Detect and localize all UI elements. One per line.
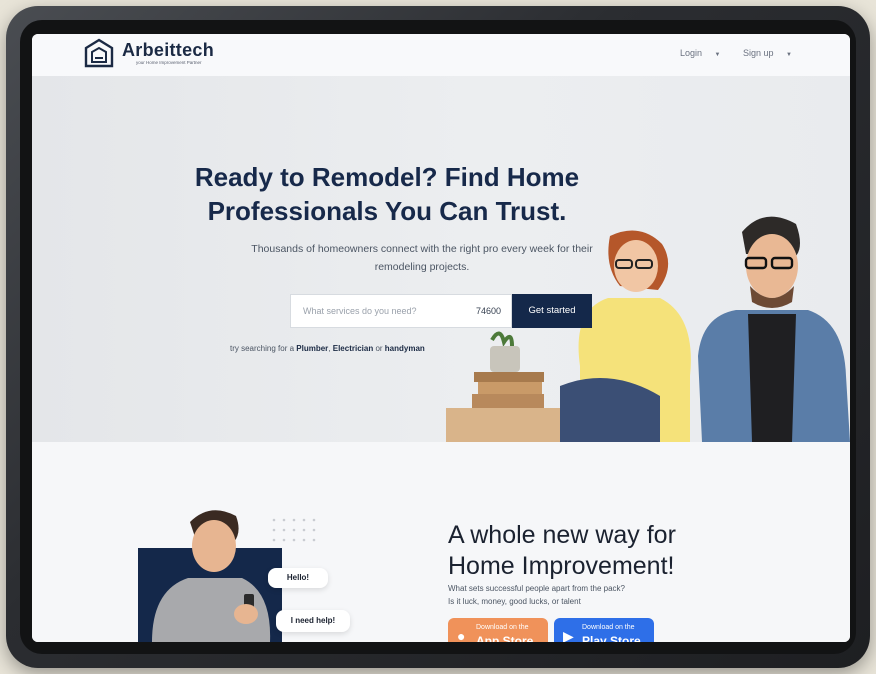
chat-help-text: I need help! [290, 616, 336, 625]
hero-subtitle: Thousands of homeowners connect with the… [232, 240, 612, 276]
hero-subtitle-line1: Thousands of homeowners connect with the… [251, 243, 593, 255]
login-label: Login [679, 48, 703, 58]
chat-hello-text: Hello! [286, 573, 310, 582]
try-searching-hint: try searching for a Plumber, Electrician… [230, 344, 425, 353]
house-logo-icon[interactable] [84, 38, 114, 70]
service-search: What services do you need? 74600 [290, 294, 512, 328]
brand-name[interactable]: Arbeittech [122, 40, 214, 61]
try-prefix: try searching for a [230, 344, 295, 353]
signup-label: Sign up [743, 48, 774, 58]
play-store-button[interactable]: ▶ Download on the Play Store [554, 618, 654, 642]
section-title-line1: A whole new way for [448, 521, 676, 549]
hero-title: Ready to Remodel? Find Home Professional… [182, 160, 592, 228]
zip-code-input[interactable]: 74600 [476, 295, 501, 327]
service-search-input[interactable]: What services do you need? [303, 295, 417, 327]
section-subtitle: What sets successful people apart from t… [448, 582, 708, 608]
chat-bubble-hello: Hello! [268, 568, 328, 588]
hero-subtitle-line2: remodeling projects. [374, 261, 470, 273]
login-dropdown[interactable]: Login ▼ [670, 48, 721, 58]
brand-tagline: your Home Improvement Partner [136, 60, 202, 65]
chevron-down-icon: ▼ [714, 52, 721, 58]
play-store-small-label: Download on the [582, 624, 635, 631]
handyman-link[interactable]: handyman [385, 344, 425, 353]
app-store-label: App Store [476, 634, 534, 642]
app-store-button[interactable]: ● Download on the App Store [448, 618, 548, 642]
apple-icon: ● [457, 628, 466, 642]
section-subtitle-line2: Is it luck, money, good lucks, or talent [448, 597, 581, 606]
hero-title-line2: Professionals You Can Trust. [207, 196, 567, 226]
play-store-label: Play Store [582, 634, 641, 642]
screen: Arbeittech your Home Improvement Partner… [32, 34, 850, 642]
hero-section: Ready to Remodel? Find Home Professional… [32, 76, 850, 442]
nav-links: Login ▼ Sign up ▼ [660, 48, 792, 58]
man-photo [698, 216, 850, 442]
app-store-small-label: Download on the [476, 624, 529, 631]
home-improvement-section: Hello! I need help! A whole new way for … [32, 442, 850, 642]
chevron-down-icon: ▼ [786, 52, 792, 58]
plumber-link[interactable]: Plumber [296, 344, 328, 353]
signup-dropdown[interactable]: Sign up ▼ [733, 48, 792, 58]
get-started-button[interactable]: Get started [512, 294, 592, 328]
top-nav: Arbeittech your Home Improvement Partner… [32, 34, 850, 77]
try-or: or [375, 344, 383, 353]
section-title-line2: Home Improvement! [448, 552, 675, 580]
electrician-link[interactable]: Electrician [333, 344, 373, 353]
section-subtitle-line1: What sets successful people apart from t… [448, 584, 625, 593]
hero-title-line1: Ready to Remodel? Find Home [194, 162, 580, 192]
section-title: A whole new way for Home Improvement! [448, 520, 778, 582]
chat-bubble-help: I need help! [276, 610, 350, 632]
man-with-phone-photo [138, 510, 282, 642]
play-store-icon: ▶ [563, 628, 574, 642]
